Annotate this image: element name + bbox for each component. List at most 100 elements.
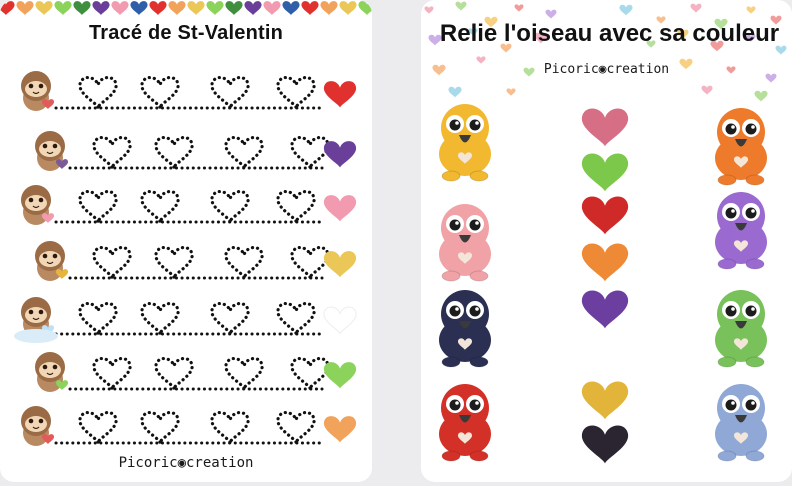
dotted-heart-outline: [154, 135, 194, 172]
dotted-heart-outline: [78, 75, 118, 112]
tracing-row: [68, 356, 357, 393]
dotted-heart-outline: [210, 410, 250, 447]
dotted-heart-outline: [154, 356, 194, 393]
end-heart: [323, 251, 357, 278]
tracing-row: [54, 410, 357, 447]
dotted-heart-outline: [224, 356, 264, 393]
color-heart: [581, 381, 629, 420]
border-heart: [339, 1, 357, 16]
confetti-heart: [619, 4, 633, 16]
border-heart: [168, 1, 186, 16]
sloth-heart-icon: [21, 406, 55, 446]
border-heart: [16, 1, 34, 16]
dotted-heart-outline: [140, 75, 180, 112]
color-heart: [581, 153, 629, 192]
border-heart: [130, 1, 148, 16]
color-heart: [581, 243, 629, 282]
border-heart: [92, 1, 110, 16]
tracing-row: [68, 245, 357, 282]
sloth-balloons-icon: [35, 131, 69, 171]
border-heart: [244, 1, 262, 16]
brand-watermark: Picoric◉creation: [118, 455, 254, 471]
confetti-heart: [514, 4, 524, 12]
end-heart: [323, 81, 357, 108]
color-heart: [581, 196, 629, 235]
border-heart: [73, 1, 91, 16]
dotted-heart-outline: [78, 410, 118, 447]
confetti-heart: [424, 6, 434, 14]
dotted-heart-outline: [210, 75, 250, 112]
dotted-heart-outline: [92, 135, 132, 172]
bird-matching-title: Relie l'oiseau avec sa couleur: [439, 20, 780, 47]
confetti-heart: [506, 88, 516, 96]
dotted-heart-outline: [210, 301, 250, 338]
confetti-heart: [545, 9, 557, 19]
pink-bird-icon: [439, 204, 491, 282]
bird-matching-worksheet-card[interactable]: Relie l'oiseau avec sa couleur Picoric◉c…: [421, 0, 792, 482]
border-heart: [54, 1, 72, 16]
dotted-heart-outline: [290, 245, 330, 282]
blue-bird-icon: [715, 384, 767, 462]
confetti-heart: [690, 3, 702, 13]
green-bird-icon: [715, 290, 767, 368]
dotted-heart-outline: [210, 189, 250, 226]
end-heart: [323, 362, 357, 389]
dotted-heart-outline: [290, 135, 330, 172]
confetti-heart: [448, 86, 462, 98]
border-heart: [225, 1, 243, 16]
border-heart: [0, 1, 15, 16]
navy-bird-icon: [439, 290, 491, 368]
sloth-cupid-bow-icon: [35, 241, 69, 281]
brand-watermark: Picoric◉creation: [543, 62, 670, 77]
tracing-row: [54, 301, 357, 338]
sloth-gift-box-icon: [35, 352, 69, 392]
red-bird-icon: [439, 384, 491, 462]
dotted-heart-outline: [78, 301, 118, 338]
sloth-cloud-angel-icon: [14, 297, 58, 343]
confetti-heart: [746, 6, 756, 14]
sloth-pink-balloons-icon: [21, 185, 55, 225]
dotted-heart-outline: [154, 245, 194, 282]
confetti-heart: [701, 85, 713, 95]
tracing-worksheet-art: [0, 1, 372, 447]
sloth-love-letter-icon: [21, 71, 55, 111]
dotted-heart-outline: [140, 301, 180, 338]
dotted-heart-outline: [276, 189, 316, 226]
end-heart: [323, 195, 357, 222]
confetti-heart: [754, 90, 768, 102]
border-heart: [358, 1, 372, 16]
tracing-row: [54, 189, 357, 226]
color-heart: [581, 108, 629, 147]
end-heart: [323, 141, 357, 168]
dotted-heart-outline: [224, 135, 264, 172]
dotted-heart-outline: [290, 356, 330, 393]
tracing-row: [68, 135, 357, 172]
border-heart: [187, 1, 205, 16]
border-heart: [301, 1, 319, 16]
dotted-heart-outline: [276, 75, 316, 112]
yellow-bird-icon: [439, 104, 491, 182]
border-heart: [320, 1, 338, 16]
border-heart: [149, 1, 167, 16]
tracing-worksheet-card[interactable]: Tracé de St-Valentin Picoric◉creation: [0, 0, 372, 482]
border-heart: [282, 1, 300, 16]
dotted-heart-outline: [276, 410, 316, 447]
confetti-heart: [455, 1, 467, 11]
orange-bird-icon: [715, 108, 767, 186]
tracing-row: [54, 75, 357, 112]
border-heart: [263, 1, 281, 16]
dotted-heart-outline: [140, 410, 180, 447]
end-heart: [323, 416, 357, 443]
border-heart: [111, 1, 129, 16]
tracing-worksheet-title: Tracé de St-Valentin: [88, 22, 284, 44]
dotted-heart-outline: [92, 245, 132, 282]
dotted-heart-outline: [224, 245, 264, 282]
purple-bird-icon: [715, 192, 767, 270]
dotted-heart-outline: [92, 356, 132, 393]
color-heart: [581, 290, 629, 329]
dotted-heart-outline: [276, 301, 316, 338]
dotted-heart-outline: [140, 189, 180, 226]
end-heart-blank: [323, 306, 357, 335]
dotted-heart-outline: [78, 189, 118, 226]
border-heart: [35, 1, 53, 16]
